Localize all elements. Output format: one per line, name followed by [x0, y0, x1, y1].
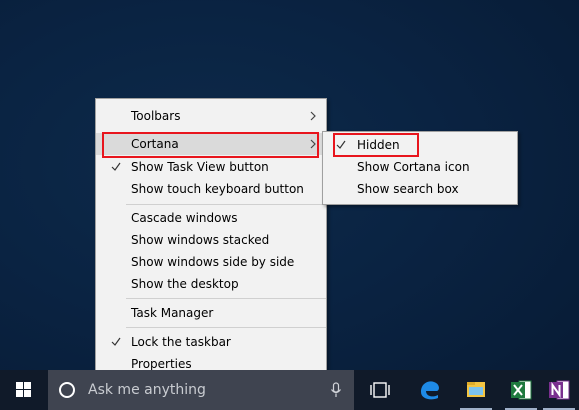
menu-item-show-windows-side-by-side[interactable]: Show windows side by side [96, 251, 326, 273]
menu-item-task-manager[interactable]: Task Manager [96, 302, 326, 324]
excel-icon [511, 380, 532, 400]
onenote-taskbar-button[interactable] [539, 370, 579, 410]
menu-separator [126, 298, 326, 299]
menu-item-cascade-windows[interactable]: Cascade windows [96, 207, 326, 229]
submenu-item-show-search-box[interactable]: Show search box [323, 178, 517, 200]
excel-taskbar-button[interactable] [501, 370, 541, 410]
submenu-item-show-cortana-icon[interactable]: Show Cortana icon [323, 156, 517, 178]
windows-logo-icon [16, 382, 31, 397]
taskbar[interactable]: Ask me anything [0, 370, 579, 410]
search-box[interactable]: Ask me anything [48, 370, 354, 410]
menu-item-label: Cascade windows [131, 211, 238, 225]
file-explorer-taskbar-button[interactable] [456, 370, 496, 410]
submenu-item-label: Show Cortana icon [357, 160, 470, 174]
menu-item-label: Task Manager [131, 306, 214, 320]
menu-separator [126, 204, 326, 205]
menu-item-label: Show touch keyboard button [131, 182, 304, 196]
menu-item-toolbars[interactable]: Toolbars [96, 105, 326, 127]
menu-item-show-touch-keyboard[interactable]: Show touch keyboard button [96, 178, 326, 200]
checkmark-icon [111, 337, 121, 346]
menu-item-label: Lock the taskbar [131, 335, 231, 349]
cortana-icon [59, 382, 75, 398]
menu-item-lock-taskbar[interactable]: Lock the taskbar [96, 331, 326, 353]
menu-item-show-desktop[interactable]: Show the desktop [96, 273, 326, 295]
cortana-highlight-box [102, 132, 319, 158]
onenote-icon [549, 380, 570, 400]
menu-item-label: Show windows stacked [131, 233, 270, 247]
menu-item-label: Show the desktop [131, 277, 239, 291]
edge-taskbar-button[interactable] [410, 370, 450, 410]
edge-icon [421, 381, 439, 400]
menu-item-label: Show windows side by side [131, 255, 295, 269]
menu-item-show-task-view[interactable]: Show Task View button [96, 156, 326, 178]
chevron-right-icon [310, 111, 316, 121]
menu-item-show-windows-stacked[interactable]: Show windows stacked [96, 229, 326, 251]
hidden-highlight-box [333, 133, 419, 157]
submenu-item-label: Show search box [357, 182, 459, 196]
file-explorer-icon [467, 382, 485, 397]
microphone-icon[interactable] [330, 382, 342, 398]
menu-separator [126, 327, 326, 328]
menu-item-label: Toolbars [131, 109, 181, 123]
search-placeholder: Ask me anything [88, 382, 206, 398]
start-button[interactable] [0, 370, 48, 410]
checkmark-icon [111, 162, 121, 171]
menu-item-label: Show Task View button [131, 160, 269, 174]
task-view-icon [370, 382, 390, 398]
task-view-button[interactable] [360, 370, 400, 410]
